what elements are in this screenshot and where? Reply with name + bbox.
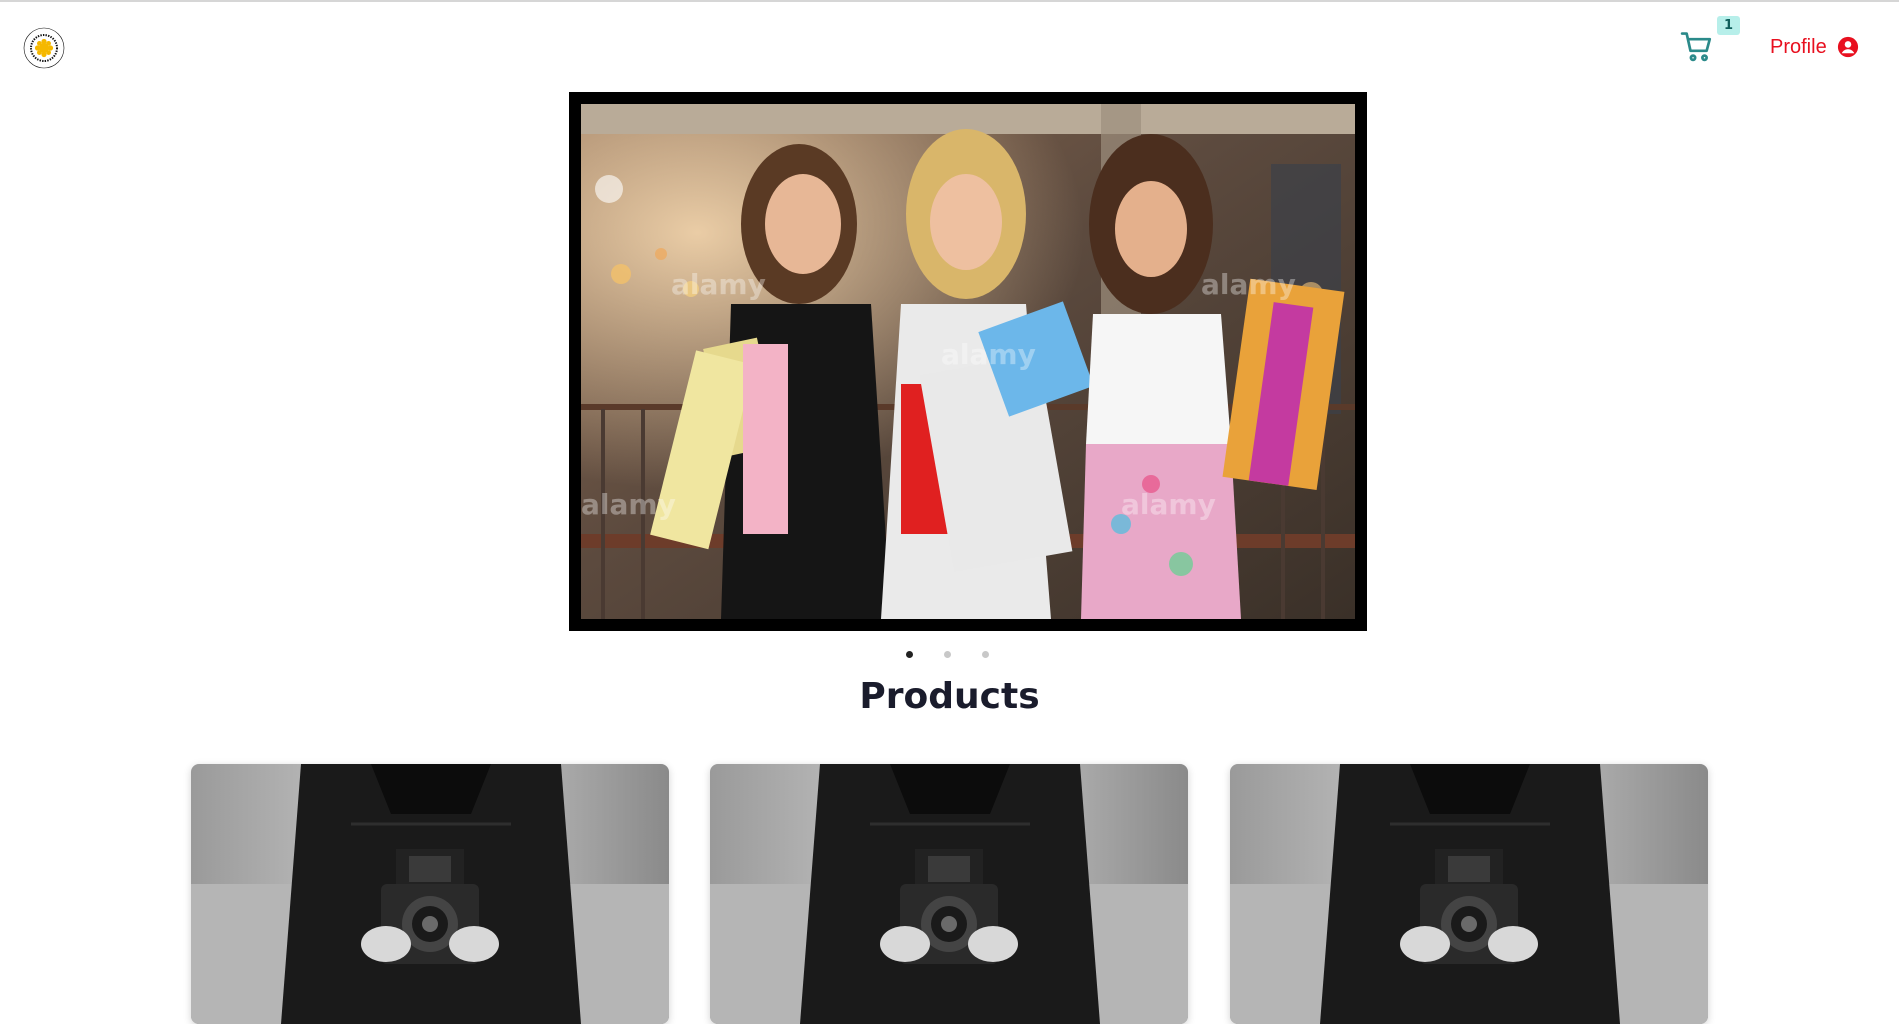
cart-count-badge: 1 — [1717, 16, 1740, 35]
carousel-indicators — [906, 651, 989, 658]
carousel-slide-image: alamy alamy alamy alamy alamy — [581, 104, 1355, 619]
top-border — [0, 0, 1899, 2]
shopping-women-image: alamy alamy alamy alamy alamy — [581, 104, 1355, 619]
product-camera-image — [710, 764, 1188, 1024]
product-camera-image — [191, 764, 669, 1024]
svg-text:alamy: alamy — [1201, 268, 1296, 301]
cart-button[interactable] — [1680, 30, 1714, 64]
hero-carousel[interactable]: alamy alamy alamy alamy alamy — [569, 92, 1367, 631]
shopping-cart-icon — [1680, 32, 1712, 62]
svg-text:alamy: alamy — [941, 338, 1036, 371]
product-card[interactable] — [191, 764, 669, 1024]
ecommerce-logo-icon — [23, 27, 65, 69]
product-camera-image — [1230, 764, 1708, 1024]
profile-link[interactable]: Profile — [1770, 33, 1859, 61]
svg-text:alamy: alamy — [581, 488, 676, 521]
user-circle-icon — [1837, 36, 1858, 58]
products-heading: Products — [859, 676, 1040, 717]
product-card[interactable] — [1230, 764, 1708, 1024]
svg-text:alamy: alamy — [1121, 488, 1216, 521]
profile-label: Profile — [1770, 35, 1827, 58]
carousel-dot-1[interactable] — [906, 651, 913, 658]
carousel-dot-3[interactable] — [982, 651, 989, 658]
carousel-dot-2[interactable] — [944, 651, 951, 658]
svg-text:alamy: alamy — [671, 268, 766, 301]
product-card[interactable] — [710, 764, 1188, 1024]
brand-logo[interactable] — [22, 26, 66, 70]
